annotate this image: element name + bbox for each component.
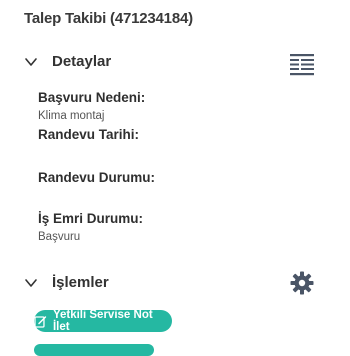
document-list-icon[interactable] [290,53,314,77]
edit-note-icon [34,315,47,328]
details-heading: Detaylar [52,53,112,70]
field-value-application-reason: Klima montaj [38,110,105,122]
field-label-appointment-status: Randevu Durumu: [38,170,156,185]
field-label-appointment-date: Randevu Tarihi: [38,127,140,142]
details-section-header[interactable]: Detaylar [24,53,111,70]
page-title: Talep Takibi (471234184) [24,10,193,27]
field-value-work-order-status: Başvuru [38,231,81,243]
send-note-button-label: Yetkili Servise Not İlet [52,309,153,333]
actions-heading: İşlemler [52,274,109,291]
chevron-down-icon[interactable] [24,55,38,69]
field-label-application-reason: Başvuru Nedeni: [38,90,146,105]
send-note-to-service-button[interactable]: Yetkili Servise Not İlet [34,309,172,333]
secondary-action-button[interactable] [34,344,154,356]
gear-icon[interactable] [290,271,314,295]
actions-section-header[interactable]: İşlemler [24,274,109,291]
chevron-down-icon[interactable] [24,276,38,290]
field-label-work-order-status: İş Emri Durumu: [38,211,144,226]
